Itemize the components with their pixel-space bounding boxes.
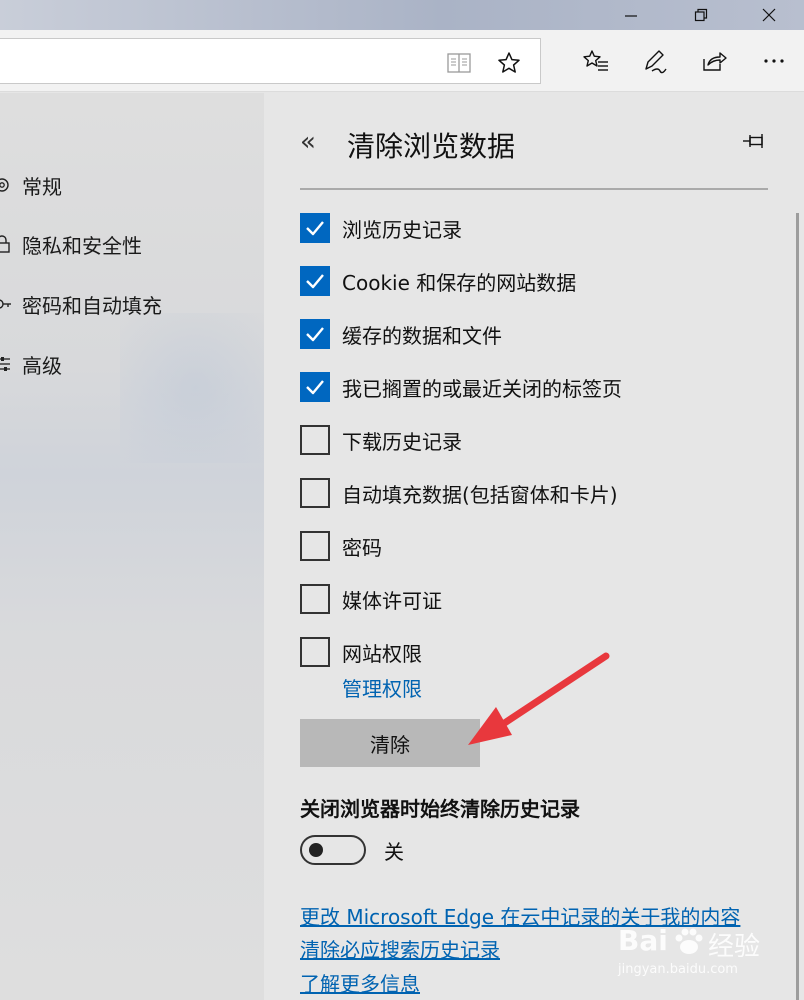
sliders-icon [0, 354, 14, 374]
checkbox-row[interactable]: 网站权限 [300, 637, 422, 667]
page-title: 清除浏览数据 [347, 130, 516, 163]
checkbox-checked[interactable] [300, 213, 330, 243]
manage-permissions-link[interactable]: 管理权限 [342, 673, 422, 702]
web-note-pen-icon [645, 50, 667, 74]
checkbox-label: 密码 [342, 535, 382, 560]
checkbox-row[interactable]: 媒体许可证 [300, 584, 442, 614]
checkbox-row[interactable]: 缓存的数据和文件 [300, 319, 502, 349]
watermark-url: jingyan.baidu.com [618, 962, 738, 977]
always-clear-toggle[interactable] [300, 835, 366, 865]
checkbox-row[interactable]: 密码 [300, 531, 382, 561]
checkbox-row[interactable]: 我已搁置的或最近关闭的标签页 [300, 372, 622, 402]
checkbox-row[interactable]: 浏览历史记录 [300, 213, 462, 243]
title-bar [0, 0, 804, 30]
more-icon [764, 59, 784, 63]
sidebar-item-privacy[interactable]: 隐私和安全性 [0, 227, 142, 261]
checkmark-icon [306, 327, 324, 342]
settings-nav: 常规 隐私和安全性 密码和自动填充 高级 [0, 93, 270, 1000]
checkbox-label: 浏览历史记录 [342, 217, 462, 242]
checkbox-label: 缓存的数据和文件 [342, 323, 502, 348]
watermark-brand: Bai [618, 924, 668, 957]
favorites-hub-icon [583, 50, 608, 71]
share-button[interactable] [700, 47, 728, 75]
favorites-hub-button[interactable] [582, 47, 610, 75]
address-bar[interactable] [0, 38, 541, 84]
toggle-state-text: 关 [384, 840, 404, 864]
sidebar-item-label: 高级 [22, 353, 62, 378]
close-icon [762, 8, 776, 22]
sidebar-item-label: 隐私和安全性 [22, 233, 142, 258]
web-note-button[interactable] [640, 47, 668, 75]
more-button[interactable] [760, 47, 788, 75]
checkbox-row[interactable]: 下载历史记录 [300, 425, 462, 455]
checkbox-label: 自动填充数据(包括窗体和卡片) [342, 482, 618, 507]
checkbox-unchecked[interactable] [300, 425, 330, 455]
sidebar-item-label: 常规 [22, 174, 62, 199]
minimize-button[interactable] [608, 0, 654, 30]
checkbox-row[interactable]: 自动填充数据(包括窗体和卡片) [300, 478, 618, 508]
favorite-star-icon[interactable] [497, 51, 521, 75]
watermark-brand2: 经验 [708, 932, 761, 962]
checkbox-checked[interactable] [300, 319, 330, 349]
key-icon [0, 294, 14, 314]
clear-bing-history-link[interactable]: 清除必应搜索历史记录 [300, 934, 500, 963]
pin-icon[interactable] [742, 131, 768, 151]
watermark: Bai 经验 jingyan.baidu.com [612, 918, 762, 988]
checkbox-label: Cookie 和保存的网站数据 [342, 270, 577, 295]
gear-icon [0, 175, 14, 195]
title-divider [300, 188, 768, 190]
panel-scrollbar[interactable] [796, 213, 799, 1000]
browser-toolbar [0, 30, 804, 92]
clear-browsing-data-panel: « 清除浏览数据 浏览历史记录 Cookie 和保存的网站数据 缓存的数据和文件我已… [264, 93, 804, 1000]
checkbox-unchecked[interactable] [300, 584, 330, 614]
reading-view-icon[interactable] [447, 51, 471, 75]
checkmark-icon [306, 380, 324, 395]
checkbox-label: 下载历史记录 [342, 429, 462, 454]
clear-button[interactable]: 清除 [300, 719, 480, 767]
checkbox-checked[interactable] [300, 372, 330, 402]
back-button[interactable]: « [300, 127, 316, 157]
close-button[interactable] [746, 0, 792, 30]
checkbox-unchecked[interactable] [300, 637, 330, 667]
restore-icon [694, 8, 708, 22]
learn-more-link[interactable]: 了解更多信息 [300, 968, 420, 997]
always-clear-label: 关闭浏览器时始终清除历史记录 [300, 797, 580, 821]
sidebar-item-general[interactable]: 常规 [0, 168, 62, 202]
minimize-icon [625, 15, 637, 17]
share-icon [703, 52, 727, 71]
checkbox-unchecked[interactable] [300, 531, 330, 561]
sidebar-item-advanced[interactable]: 高级 [0, 347, 62, 381]
toggle-knob [309, 843, 323, 857]
checkbox-label: 媒体许可证 [342, 588, 442, 613]
restore-button[interactable] [678, 0, 724, 30]
checkbox-label: 我已搁置的或最近关闭的标签页 [342, 376, 622, 401]
checkbox-checked[interactable] [300, 266, 330, 296]
paw-icon [675, 928, 703, 954]
sidebar-item-label: 密码和自动填充 [22, 293, 162, 318]
sidebar-item-passwords[interactable]: 密码和自动填充 [0, 287, 162, 321]
checkbox-row[interactable]: Cookie 和保存的网站数据 [300, 266, 576, 296]
lock-icon [0, 234, 14, 254]
checkbox-label: 网站权限 [342, 641, 422, 666]
checkmark-icon [306, 274, 324, 289]
checkbox-unchecked[interactable] [300, 478, 330, 508]
checkmark-icon [306, 221, 324, 236]
